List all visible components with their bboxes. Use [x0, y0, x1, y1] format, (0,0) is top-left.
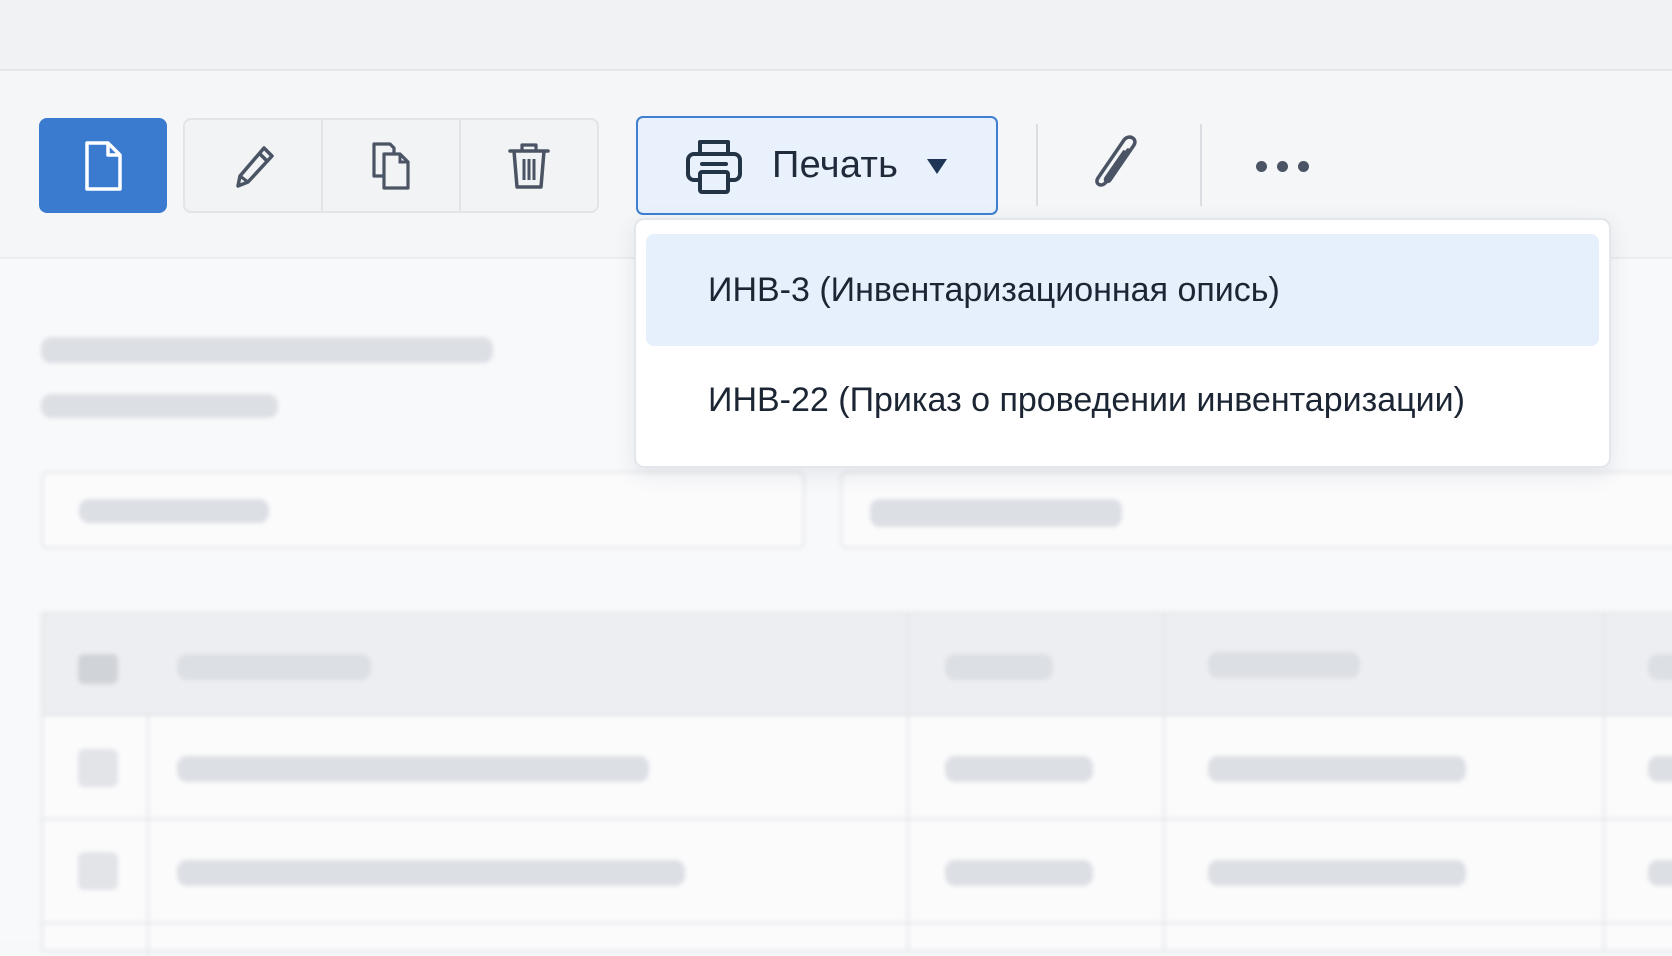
row-divider: [43, 922, 1672, 924]
subtitle-placeholder: [41, 394, 278, 418]
field-placeholder: [870, 499, 1122, 527]
header-cell-placeholder: [177, 654, 371, 680]
print-menu-item-inv22[interactable]: ИНВ-22 (Приказ о проведении инвентаризац…: [646, 344, 1599, 456]
column-divider: [147, 716, 149, 956]
row-checkbox: [78, 852, 118, 890]
header-cell-placeholder: [1648, 654, 1672, 680]
row-cell-placeholder: [1208, 860, 1466, 886]
row-divider: [43, 818, 1672, 820]
row-cell-placeholder: [1648, 860, 1672, 886]
column-divider: [907, 614, 909, 950]
delete-button[interactable]: [461, 120, 597, 211]
field-card-right: [840, 471, 1672, 549]
more-dots-icon: [1297, 160, 1309, 172]
row-cell-placeholder: [177, 756, 649, 782]
copy-icon: [372, 141, 410, 190]
toolbar-divider: [1200, 124, 1202, 206]
trash-icon: [508, 142, 550, 189]
print-label: Печать: [772, 144, 899, 186]
print-menu: ИНВ-3 (Инвентаризационная опись) ИНВ-22 …: [634, 218, 1611, 468]
paperclip-icon: [1095, 135, 1137, 187]
menu-item-label: ИНВ-3 (Инвентаризационная опись): [708, 270, 1280, 309]
toolbar-divider: [1036, 124, 1038, 206]
menu-item-label: ИНВ-22 (Приказ о проведении инвентаризац…: [708, 380, 1465, 419]
print-menu-item-inv3[interactable]: ИНВ-3 (Инвентаризационная опись): [646, 234, 1599, 346]
more-dots-icon: [1276, 160, 1288, 172]
row-cell-placeholder: [1208, 756, 1466, 782]
new-document-button[interactable]: [39, 118, 167, 213]
field-placeholder: [79, 499, 269, 523]
row-cell-placeholder: [177, 860, 685, 886]
more-dots-icon: [1255, 160, 1267, 172]
copy-button[interactable]: [323, 120, 461, 211]
column-divider: [1603, 614, 1605, 950]
row-cell-placeholder: [945, 860, 1093, 886]
print-button[interactable]: Печать: [636, 116, 998, 215]
document-icon: [85, 140, 122, 191]
row-cell-placeholder: [1648, 756, 1672, 782]
column-divider: [1163, 614, 1165, 950]
header-checkbox: [78, 654, 118, 684]
field-card-left: [41, 471, 805, 549]
more-button[interactable]: [1234, 134, 1330, 198]
pencil-icon: [236, 145, 274, 188]
title-placeholder: [41, 337, 493, 363]
header-cell-placeholder: [1208, 652, 1360, 678]
attach-button[interactable]: [1075, 124, 1157, 206]
edit-button[interactable]: [185, 120, 323, 211]
top-bar: [0, 0, 1672, 71]
edit-actions-group: [183, 118, 599, 213]
row-cell-placeholder: [945, 756, 1093, 782]
caret-down-icon: [927, 158, 948, 174]
table-header: [43, 614, 1672, 716]
row-checkbox: [78, 749, 118, 787]
printer-icon: [686, 139, 742, 194]
data-table: [41, 612, 1672, 956]
header-cell-placeholder: [945, 654, 1053, 680]
